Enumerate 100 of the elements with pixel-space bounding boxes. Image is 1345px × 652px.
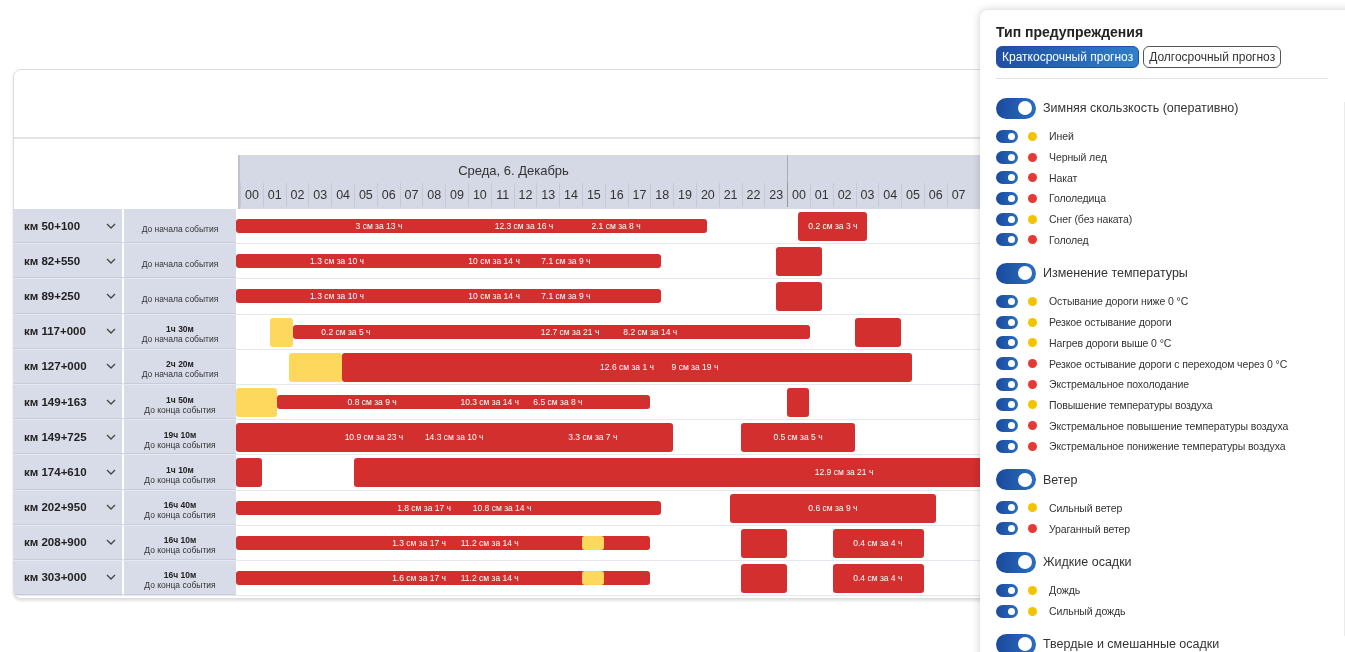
- warning-label: Экстремальное понижение температуры воздуха: [1049, 440, 1286, 453]
- group-label: Изменение температуры: [1043, 266, 1188, 281]
- warning-label: Экстремальное повышение температуры воздуха: [1049, 419, 1289, 432]
- event-label: 7.1 см за 9 ч: [541, 291, 591, 302]
- warning-label: Дождь: [1049, 584, 1081, 597]
- date-label: Среда, 6. Декабрь: [458, 163, 569, 178]
- event-label: 0.6 см за 9 ч: [808, 502, 858, 513]
- hour-label: 20: [695, 183, 719, 207]
- hour-label: 04: [331, 183, 354, 207]
- duration-label: 1ч 30м: [166, 324, 194, 335]
- hour-label: 17: [627, 183, 651, 207]
- hour-label: 03: [308, 183, 332, 207]
- event-label: 0.2 см за 3 ч: [808, 221, 858, 231]
- hour-label: 18: [650, 183, 674, 207]
- location-label: км 149+725: [24, 430, 87, 443]
- warning-label: Сильный дождь: [1049, 605, 1126, 618]
- event-label: 0.4 см за 4 ч: [853, 537, 903, 548]
- status-label: До начала события: [141, 293, 219, 304]
- event-label: 1.3 см за 10 ч: [310, 291, 364, 302]
- location-label: км 117+000: [24, 325, 86, 338]
- duration-label: 19ч 10м: [163, 429, 197, 440]
- duration-label: 16ч 10м: [163, 535, 197, 546]
- status-label: До начала события: [141, 223, 219, 234]
- event-label: 9 см за 19 ч: [671, 361, 719, 372]
- hour-label: 07: [946, 183, 970, 207]
- status-label: До конца события: [144, 439, 216, 450]
- warning-label: Черный лед: [1049, 151, 1107, 164]
- event-label: 7.1 см за 9 ч: [541, 256, 591, 267]
- hour-label: 23: [764, 183, 788, 207]
- hour-label: 11: [490, 183, 514, 207]
- hour-label: 12: [513, 183, 537, 207]
- location-label: км 174+610: [24, 465, 87, 478]
- location-label: км 303+000: [24, 571, 87, 584]
- warning-label: Ураганный ветер: [1049, 522, 1131, 535]
- status-label: До конца события: [144, 510, 216, 521]
- status-label: До конца события: [144, 404, 216, 415]
- hour-label: 07: [399, 183, 423, 207]
- status-label: До начала события: [141, 334, 219, 345]
- duration-label: 2ч 20м: [166, 359, 194, 370]
- warning-label: Резкое остывание дороги с переходом через 0 °C: [1049, 357, 1288, 370]
- hour-label: 06: [923, 183, 947, 207]
- duration-label: 1ч 50м: [166, 394, 194, 405]
- location-label: км 50+100: [24, 219, 81, 232]
- warning-label: Гололедица: [1049, 192, 1107, 205]
- location-label: км 202+950: [24, 501, 87, 514]
- event-label: 1.6 см за 17 ч: [392, 572, 446, 583]
- hour-label: 09: [445, 183, 468, 207]
- hour-label: 06: [376, 183, 400, 207]
- hour-label: 05: [354, 183, 377, 207]
- hour-label: 14: [559, 183, 582, 207]
- warning-label: Повышение температуры воздуха: [1049, 398, 1213, 411]
- event-label: 11.2 см за 14 ч: [460, 537, 519, 548]
- group-label: Жидкие осадки: [1043, 555, 1132, 569]
- warning-label: Гололед: [1049, 233, 1089, 246]
- event-label: 10.8 см за 14 ч: [472, 502, 532, 513]
- group-label: Зимняя скользкость (оперативно): [1043, 101, 1239, 115]
- event-label: 1.3 см за 17 ч: [392, 537, 446, 548]
- hour-label: 02: [832, 183, 856, 207]
- warning-label: Нагрев дороги выше 0 °C: [1049, 336, 1172, 349]
- forecast-tab[interactable]: Долгосрочный прогноз: [1143, 46, 1282, 68]
- location-label: км 127+000: [24, 360, 87, 373]
- hour-label: 04: [878, 183, 902, 207]
- location-label: км 208+900: [24, 536, 87, 549]
- event-label: 10.9 см за 23 ч: [344, 432, 404, 443]
- event-label: 12.7 см за 21 ч: [540, 326, 600, 337]
- hour-label: 22: [741, 183, 765, 207]
- status-label: До начала события: [141, 258, 219, 269]
- duration-label: 1ч 10м: [166, 464, 194, 475]
- event-label: 3 см за 13 ч: [355, 221, 403, 231]
- hour-label: 21: [718, 183, 742, 207]
- hour-label: 01: [262, 183, 286, 207]
- location-label: км 89+250: [24, 289, 81, 302]
- event-label: 10 см за 14 ч: [468, 256, 520, 267]
- event-label: 0.4 см за 4 ч: [853, 572, 903, 583]
- hour-label: 01: [809, 183, 833, 207]
- hour-label: 00: [240, 183, 263, 207]
- event-label: 11.2 см за 14 ч: [460, 572, 519, 583]
- status-label: До конца события: [144, 580, 216, 591]
- warning-label: Резкое остывание дороги: [1049, 316, 1172, 329]
- hour-label: 08: [422, 183, 446, 207]
- hour-label: 02: [285, 183, 309, 207]
- panel-title: Тип предупреждения: [996, 24, 1145, 40]
- duration-label: 16ч 40м: [163, 500, 197, 511]
- hour-label: 00: [787, 183, 810, 207]
- event-label: 1.3 см за 10 ч: [310, 256, 364, 267]
- event-label: 10 см за 14 ч: [468, 291, 520, 302]
- event-label: 0.5 см за 5 ч: [773, 432, 823, 443]
- hour-label: 15: [581, 183, 605, 207]
- hour-label: 05: [901, 183, 924, 207]
- event-label: 12.3 см за 16 ч: [494, 221, 554, 231]
- event-label: 2.1 см за 8 ч: [591, 221, 641, 231]
- event-label: 6.5 см за 8 ч: [533, 396, 583, 407]
- event-label: 10.3 см за 14 ч: [460, 396, 520, 407]
- warning-label: Накат: [1049, 171, 1078, 184]
- event-label: 1.8 см за 17 ч: [397, 502, 452, 513]
- event-label: 12.6 см за 1 ч: [600, 361, 654, 372]
- forecast-tab[interactable]: Краткосрочный прогноз: [996, 46, 1140, 68]
- event-label: 0.2 см за 5 ч: [321, 326, 371, 337]
- duration-label: 16ч 10м: [163, 570, 197, 581]
- hour-label: 13: [536, 183, 560, 207]
